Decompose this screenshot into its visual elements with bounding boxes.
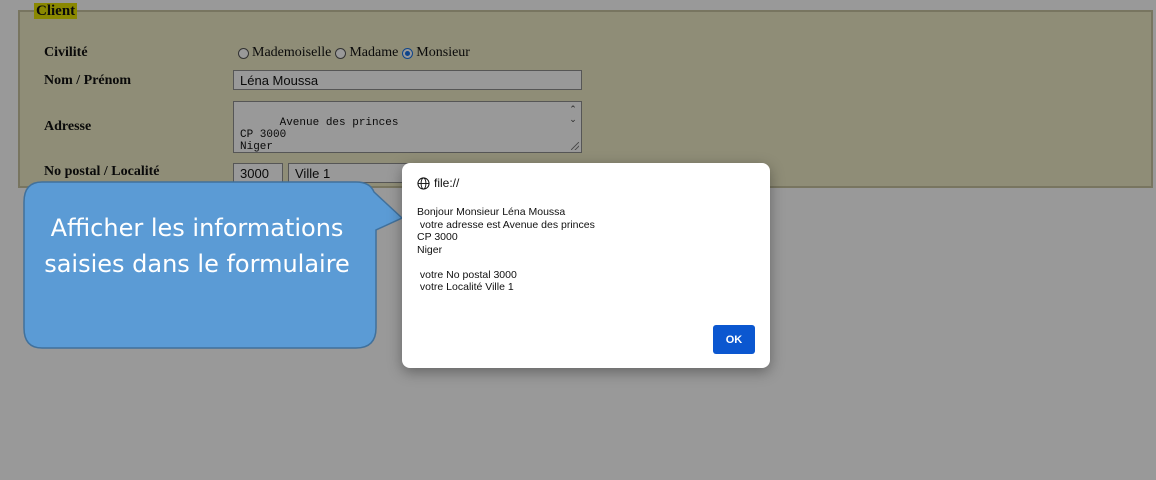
callout-text: Afficher les informations saisies dans l… bbox=[44, 214, 350, 278]
ok-button[interactable]: OK bbox=[713, 325, 755, 354]
alert-dialog: file:// Bonjour Monsieur Léna Moussa vot… bbox=[402, 163, 770, 368]
dialog-message: Bonjour Monsieur Léna Moussa votre adres… bbox=[417, 206, 595, 293]
dialog-header: file:// bbox=[417, 176, 459, 190]
dialog-origin: file:// bbox=[434, 176, 460, 190]
globe-icon bbox=[417, 176, 430, 190]
